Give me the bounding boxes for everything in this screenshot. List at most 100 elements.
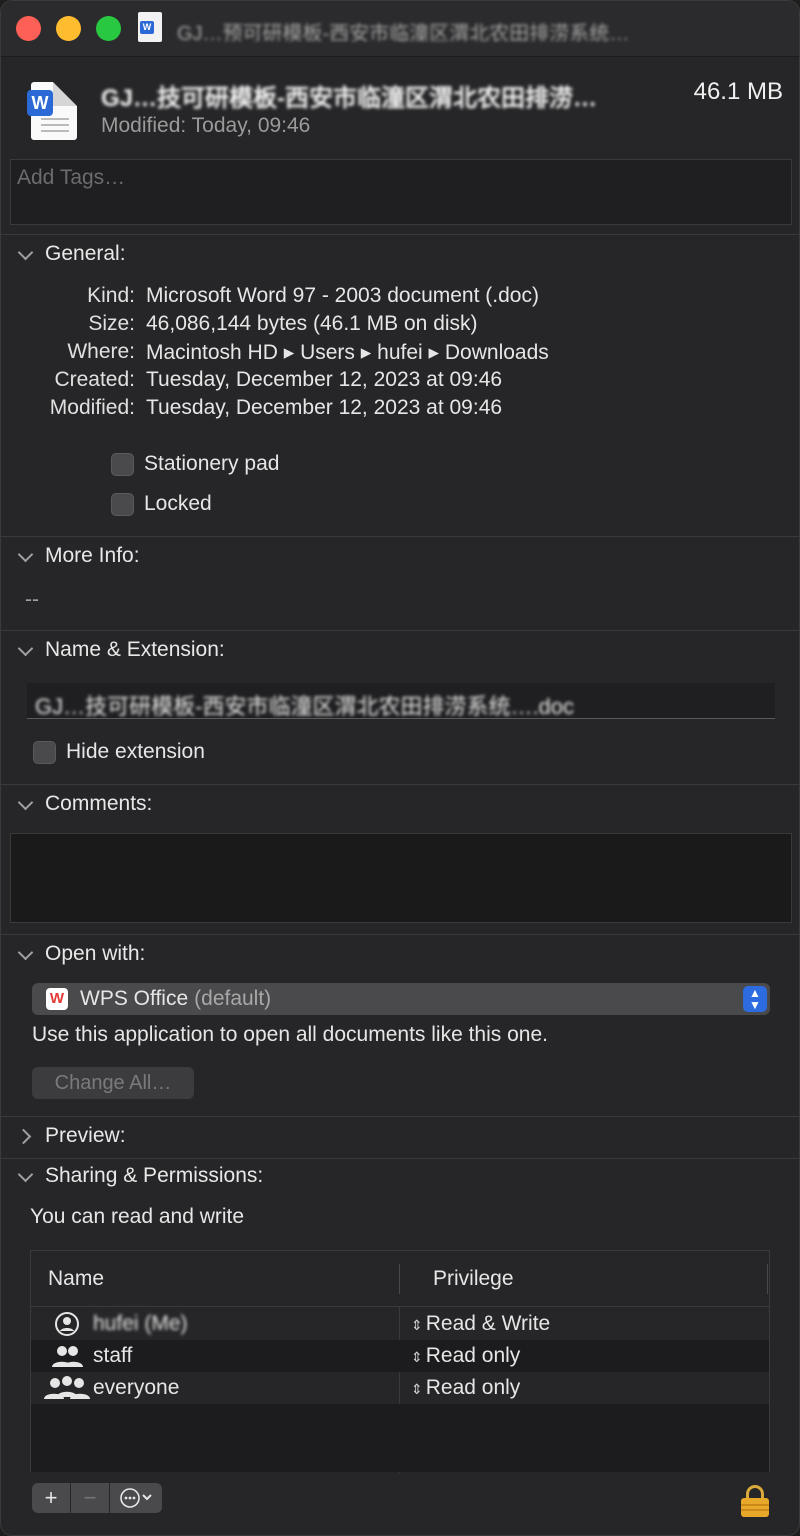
- title-bar: W GJ…预可研模板-西安市临潼区渭北农田排涝系统…: [1, 1, 799, 57]
- change-all-button[interactable]: Change All…: [32, 1067, 194, 1099]
- section-name-extension-toggle[interactable]: Name & Extension:: [17, 638, 225, 662]
- window-title: GJ…预可研模板-西安市临潼区渭北农田排涝系统…: [177, 23, 630, 41]
- section-comments-toggle[interactable]: Comments:: [17, 792, 152, 816]
- permission-user-name: staff: [93, 1344, 133, 1367]
- divider: [1, 934, 799, 935]
- checkbox-box[interactable]: [111, 452, 134, 476]
- word-doc-icon: W: [138, 12, 162, 42]
- privilege-value: Read only: [425, 1344, 521, 1367]
- info-row-where: Where: Macintosh HD ▸ Users ▸ hufei ▸ Do…: [1, 340, 799, 368]
- privilege-popup[interactable]: ⇕ Read only: [411, 1376, 520, 1400]
- divider: [1, 630, 799, 631]
- up-down-arrows-icon: ⇕: [411, 1317, 423, 1333]
- section-more-info-toggle[interactable]: More Info:: [17, 544, 140, 568]
- locked-label: Locked: [144, 492, 212, 515]
- divider: [1, 1116, 799, 1117]
- popup-arrows-icon[interactable]: ▲ ▼: [743, 986, 767, 1012]
- get-info-window: W GJ…预可研模板-西安市临潼区渭北农田排涝系统… W GJ…技可研模板-西安…: [0, 0, 800, 1536]
- divider: [1, 234, 799, 235]
- section-preview-title: Preview:: [45, 1124, 126, 1147]
- zoom-window-button[interactable]: [96, 16, 121, 41]
- chevron-down-icon: [17, 945, 35, 963]
- privilege-value: Read only: [425, 1376, 521, 1399]
- permissions-header: Name Privilege: [31, 1251, 769, 1307]
- up-down-arrows-icon: ⇕: [411, 1349, 423, 1365]
- permission-user-name: everyone: [93, 1376, 180, 1399]
- tags-placeholder: Add Tags…: [17, 166, 126, 189]
- section-name-extension-title: Name & Extension:: [45, 638, 225, 661]
- close-window-button[interactable]: [16, 16, 41, 41]
- table-row[interactable]: staff ⇕ Read only: [31, 1340, 769, 1372]
- privilege-value: Read & Write: [425, 1312, 551, 1335]
- add-user-button[interactable]: +: [32, 1483, 70, 1513]
- divider: [1, 536, 799, 537]
- created-value: Tuesday, December 12, 2023 at 09:46: [146, 368, 503, 391]
- section-preview-toggle[interactable]: Preview:: [17, 1124, 126, 1148]
- file-name-input-value: GJ…技可研模板-西安市临潼区渭北农田排涝系统….doc: [35, 694, 575, 719]
- up-down-arrows-icon: ⇕: [411, 1381, 423, 1397]
- chevron-down-icon: [17, 245, 35, 263]
- comments-textarea[interactable]: [10, 833, 792, 923]
- stationery-pad-checkbox[interactable]: Stationery pad: [111, 452, 279, 476]
- file-name: GJ…技可研模板-西安市临潼区渭北农田排涝…: [101, 85, 598, 112]
- empty-row: [31, 1436, 769, 1472]
- info-row-created: Created: Tuesday, December 12, 2023 at 0…: [1, 368, 799, 396]
- minimize-window-button[interactable]: [56, 16, 81, 41]
- everyone-icon: [39, 1375, 95, 1401]
- hide-extension-checkbox[interactable]: Hide extension: [33, 740, 205, 764]
- section-more-info-title: More Info:: [45, 544, 140, 567]
- wps-office-icon: [46, 988, 68, 1010]
- locked-checkbox[interactable]: Locked: [111, 492, 212, 516]
- section-comments-title: Comments:: [45, 792, 153, 815]
- word-document-icon: W: [27, 82, 77, 140]
- section-open-with-title: Open with:: [45, 942, 146, 965]
- open-with-app-name: WPS Office: [80, 987, 189, 1010]
- info-row-kind: Kind: Microsoft Word 97 - 2003 document …: [1, 284, 799, 312]
- where-value: Macintosh HD ▸ Users ▸ hufei ▸ Downloads: [146, 341, 549, 364]
- table-row[interactable]: hufei (Me) ⇕ Read & Write: [31, 1308, 769, 1340]
- section-sharing-toggle[interactable]: Sharing & Permissions:: [17, 1164, 263, 1188]
- checkbox-box[interactable]: [33, 740, 56, 764]
- open-with-hint: Use this application to open all documen…: [32, 1023, 548, 1046]
- open-with-popup[interactable]: WPS Office (default) ▲▼: [32, 983, 770, 1015]
- stationery-pad-label: Stationery pad: [144, 452, 280, 475]
- lock-icon[interactable]: [741, 1485, 769, 1517]
- created-label: Created:: [54, 368, 135, 391]
- modified-label: Modified:: [49, 396, 135, 419]
- where-label: Where:: [67, 340, 135, 363]
- divider: [1, 1158, 799, 1159]
- permissions-table: Name Privilege hufei (Me) ⇕ Read & Write …: [30, 1250, 770, 1473]
- section-open-with-toggle[interactable]: Open with:: [17, 942, 145, 966]
- chevron-down-icon: [17, 641, 35, 659]
- privilege-popup[interactable]: ⇕ Read only: [411, 1344, 520, 1368]
- access-status: You can read and write: [30, 1205, 245, 1228]
- tags-field[interactable]: Add Tags…: [10, 159, 792, 225]
- chevron-right-icon: [17, 1127, 35, 1145]
- hide-extension-label: Hide extension: [66, 740, 205, 763]
- section-sharing-title: Sharing & Permissions:: [45, 1164, 264, 1187]
- chevron-down-icon: [17, 795, 35, 813]
- remove-user-button[interactable]: −: [71, 1483, 109, 1513]
- file-name-input[interactable]: GJ…技可研模板-西安市临潼区渭北农田排涝系统….doc: [27, 683, 775, 719]
- file-size: 46.1 MB: [693, 78, 783, 105]
- modified-date: Modified: Today, 09:46: [101, 114, 311, 137]
- column-header-privilege[interactable]: Privilege: [433, 1267, 514, 1291]
- column-divider: [399, 1264, 400, 1294]
- table-row[interactable]: everyone ⇕ Read only: [31, 1372, 769, 1404]
- column-header-name[interactable]: Name: [48, 1267, 104, 1291]
- section-general-toggle[interactable]: General:: [17, 242, 126, 266]
- permission-user-name: hufei (Me): [93, 1312, 188, 1335]
- kind-value: Microsoft Word 97 - 2003 document (.doc): [146, 284, 539, 307]
- privilege-popup[interactable]: ⇕ Read & Write: [411, 1312, 550, 1336]
- action-menu-button[interactable]: [110, 1483, 162, 1513]
- size-value: 46,086,144 bytes (46.1 MB on disk): [146, 312, 478, 335]
- checkbox-box[interactable]: [111, 492, 134, 516]
- empty-row: [31, 1404, 769, 1436]
- size-label: Size:: [88, 312, 135, 335]
- group-icon: [39, 1343, 95, 1369]
- divider: [1, 784, 799, 785]
- column-divider: [767, 1264, 768, 1294]
- kind-label: Kind:: [87, 284, 135, 307]
- user-icon: [39, 1311, 95, 1337]
- modified-value: Tuesday, December 12, 2023 at 09:46: [146, 396, 503, 419]
